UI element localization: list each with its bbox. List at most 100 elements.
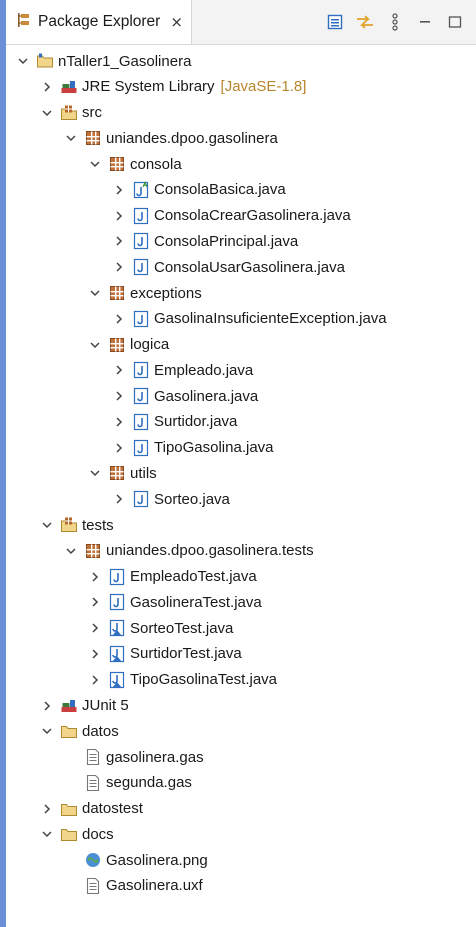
- tab-package-explorer[interactable]: Package Explorer ⨯: [6, 0, 192, 44]
- link-with-editor-icon[interactable]: [350, 8, 380, 36]
- tree-item-label: gasolinera.gas: [106, 748, 204, 766]
- tree-item[interactable]: Surtidor.java: [6, 409, 476, 435]
- tree-item-label: ConsolaUsarGasolinera.java: [154, 258, 345, 276]
- tree-item[interactable]: Gasolinera.uxf: [6, 873, 476, 899]
- chevron-down-icon[interactable]: [40, 106, 54, 120]
- package-icon: [84, 129, 102, 147]
- tree-item[interactable]: ConsolaPrincipal.java: [6, 228, 476, 254]
- chevron-right-icon[interactable]: [112, 209, 126, 223]
- tree-item[interactable]: logica: [6, 332, 476, 358]
- tree-item-label: Gasolinera.uxf: [106, 877, 203, 895]
- tree-item-label: nTaller1_Gasolinera: [58, 52, 192, 70]
- project-icon: [36, 52, 54, 70]
- chevron-right-icon[interactable]: [112, 415, 126, 429]
- java-abstract-icon: [132, 180, 150, 199]
- tree-item[interactable]: TipoGasolinaTest.java: [6, 667, 476, 693]
- tree-item[interactable]: uniandes.dpoo.gasolinera: [6, 125, 476, 151]
- tree-item-label: consola: [130, 155, 182, 173]
- package-icon: [108, 284, 126, 302]
- chevron-right-icon[interactable]: [88, 570, 102, 584]
- tree-item[interactable]: Gasolinera.png: [6, 847, 476, 873]
- text-file-icon: [84, 877, 102, 895]
- chevron-right-icon[interactable]: [112, 312, 126, 326]
- tree-item[interactable]: src: [6, 100, 476, 126]
- tree-item[interactable]: utils: [6, 460, 476, 486]
- tree-item[interactable]: ConsolaUsarGasolinera.java: [6, 254, 476, 280]
- tree-item-label: Gasolinera.java: [154, 387, 259, 405]
- chevron-right-icon[interactable]: [112, 492, 126, 506]
- tree-item[interactable]: EmpleadoTest.java: [6, 564, 476, 590]
- chevron-down-icon[interactable]: [88, 466, 102, 480]
- tree-item[interactable]: nTaller1_Gasolinera: [6, 48, 476, 74]
- chevron-down-icon[interactable]: [88, 157, 102, 171]
- tree-item-label: JUnit 5: [82, 697, 129, 714]
- tree-item-label: utils: [130, 464, 157, 482]
- tree-item[interactable]: datos: [6, 718, 476, 744]
- chevron-right-icon[interactable]: [40, 699, 54, 713]
- tree-item-label: docs: [82, 825, 114, 843]
- view-menu-icon[interactable]: [380, 8, 410, 36]
- tree-item[interactable]: gasolinera.gas: [6, 744, 476, 770]
- chevron-down-icon[interactable]: [16, 54, 30, 68]
- tree-item[interactable]: datostest: [6, 796, 476, 822]
- view-toolbar: [320, 8, 476, 36]
- library-icon: [60, 697, 78, 715]
- chevron-right-icon[interactable]: [112, 441, 126, 455]
- chevron-right-icon[interactable]: [40, 80, 54, 94]
- chevron-right-icon[interactable]: [112, 260, 126, 274]
- view-tab-bar: Package Explorer ⨯: [6, 0, 476, 45]
- tree-item[interactable]: TipoGasolina.java: [6, 435, 476, 461]
- tree-item[interactable]: ConsolaBasica.java: [6, 177, 476, 203]
- minimize-icon[interactable]: [410, 8, 440, 36]
- collapse-all-icon[interactable]: [320, 8, 350, 36]
- chevron-right-icon[interactable]: [112, 389, 126, 403]
- chevron-down-icon[interactable]: [64, 544, 78, 558]
- tree-item-label: GasolinaInsuficienteException.java: [154, 310, 387, 328]
- tree-item-label: SorteoTest.java: [130, 619, 234, 637]
- chevron-down-icon[interactable]: [88, 338, 102, 352]
- chevron-right-icon[interactable]: [88, 647, 102, 661]
- tree-item[interactable]: Empleado.java: [6, 357, 476, 383]
- tree-item-label: ConsolaCrearGasolinera.java: [154, 207, 351, 225]
- chevron-right-icon[interactable]: [88, 595, 102, 609]
- close-icon[interactable]: ⨯: [170, 13, 183, 31]
- tree-item[interactable]: Sorteo.java: [6, 486, 476, 512]
- tree-item[interactable]: GasolineraTest.java: [6, 589, 476, 615]
- java-test-icon: [108, 671, 126, 689]
- tree-item[interactable]: docs: [6, 821, 476, 847]
- java-file-icon: [108, 568, 126, 586]
- tree-item[interactable]: ConsolaCrearGasolinera.java: [6, 203, 476, 229]
- tree-item[interactable]: consola: [6, 151, 476, 177]
- chevron-right-icon[interactable]: [88, 621, 102, 635]
- source-folder-icon: [60, 104, 78, 122]
- tree-item[interactable]: JRE System Library [JavaSE-1.8]: [6, 74, 476, 100]
- chevron-down-icon[interactable]: [40, 724, 54, 738]
- package-icon: [108, 336, 126, 354]
- folder-icon: [60, 825, 78, 843]
- java-file-icon: [132, 310, 150, 328]
- tree-item[interactable]: Gasolinera.java: [6, 383, 476, 409]
- chevron-down-icon[interactable]: [88, 286, 102, 300]
- tree-item[interactable]: uniandes.dpoo.gasolinera.tests: [6, 538, 476, 564]
- chevron-down-icon[interactable]: [64, 131, 78, 145]
- folder-icon: [60, 800, 78, 818]
- chevron-down-icon[interactable]: [40, 827, 54, 841]
- tree-item[interactable]: SurtidorTest.java: [6, 641, 476, 667]
- maximize-icon[interactable]: [440, 8, 470, 36]
- tree-item[interactable]: JUnit 5: [6, 693, 476, 719]
- tree-item-label: uniandes.dpoo.gasolinera.tests: [106, 542, 314, 560]
- tree-item-label: segunda.gas: [106, 774, 192, 792]
- tree-item[interactable]: tests: [6, 512, 476, 538]
- tree-item-label: TipoGasolinaTest.java: [130, 671, 278, 689]
- chevron-down-icon[interactable]: [40, 518, 54, 532]
- tree-item[interactable]: exceptions: [6, 280, 476, 306]
- tree-item[interactable]: segunda.gas: [6, 770, 476, 796]
- tree-item[interactable]: SorteoTest.java: [6, 615, 476, 641]
- chevron-right-icon[interactable]: [112, 363, 126, 377]
- chevron-right-icon[interactable]: [40, 802, 54, 816]
- tree-item[interactable]: GasolinaInsuficienteException.java: [6, 306, 476, 332]
- chevron-right-icon[interactable]: [112, 183, 126, 197]
- chevron-right-icon[interactable]: [88, 673, 102, 687]
- chevron-right-icon[interactable]: [112, 234, 126, 248]
